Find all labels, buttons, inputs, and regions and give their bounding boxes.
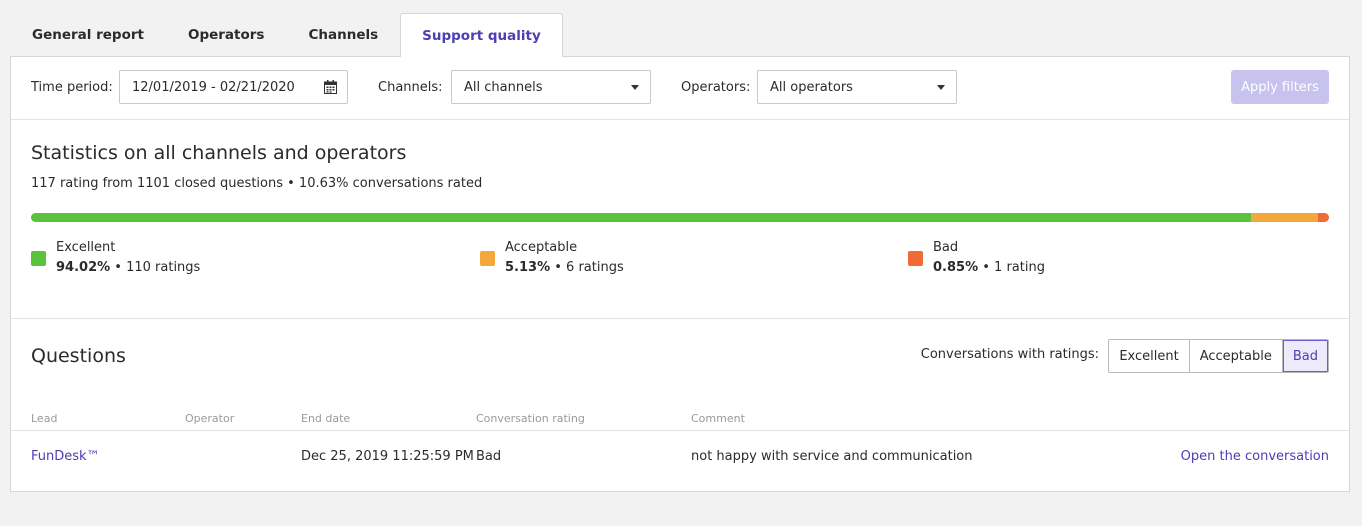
column-header-comment[interactable]: Comment bbox=[691, 412, 745, 425]
legend-value: 0.85% • 1 rating bbox=[933, 260, 1045, 275]
tab-operators[interactable]: Operators bbox=[166, 13, 287, 56]
column-header-end-date[interactable]: End date bbox=[301, 412, 350, 425]
ratings-filter-label: Conversations with ratings: bbox=[920, 347, 1099, 362]
filter-acceptable-button[interactable]: Acceptable bbox=[1189, 340, 1283, 372]
filter-bad-button[interactable]: Bad bbox=[1282, 340, 1328, 372]
filter-excellent-button[interactable]: Excellent bbox=[1109, 340, 1190, 372]
rating-cell: Bad bbox=[476, 449, 502, 464]
time-period-label: Time period: bbox=[31, 80, 113, 95]
legend-value: 94.02% • 110 ratings bbox=[56, 260, 201, 275]
bar-segment-acceptable bbox=[1251, 213, 1318, 222]
operators-select[interactable]: All operators bbox=[757, 70, 957, 104]
tab-channels[interactable]: Channels bbox=[286, 13, 400, 56]
legend-swatch-excellent bbox=[31, 251, 46, 266]
operators-label: Operators: bbox=[681, 80, 751, 95]
legend-label: Excellent bbox=[56, 240, 116, 255]
end-date-cell: Dec 25, 2019 11:25:59 PM bbox=[301, 449, 474, 464]
questions-title: Questions bbox=[31, 345, 126, 367]
questions-section: Questions Conversations with ratings: Ex… bbox=[11, 319, 1349, 491]
statistics-summary: 117 rating from 1101 closed questions • … bbox=[31, 176, 483, 191]
rating-distribution-bar bbox=[31, 213, 1329, 222]
time-period-value: 12/01/2019 - 02/21/2020 bbox=[132, 79, 295, 95]
open-conversation-link[interactable]: Open the conversation bbox=[1181, 449, 1329, 464]
rating-filter-group: Excellent Acceptable Bad bbox=[1108, 339, 1329, 373]
calendar-icon bbox=[324, 80, 337, 94]
table-divider bbox=[11, 430, 1349, 431]
chevron-down-icon bbox=[631, 85, 639, 90]
legend-value: 5.13% • 6 ratings bbox=[505, 260, 624, 275]
filters-bar: Time period: 12/01/2019 - 02/21/2020 Cha… bbox=[11, 57, 1349, 120]
apply-filters-button[interactable]: Apply filters bbox=[1231, 70, 1329, 104]
time-period-picker[interactable]: 12/01/2019 - 02/21/2020 bbox=[119, 70, 348, 104]
legend-label: Acceptable bbox=[505, 240, 578, 255]
lead-link[interactable]: FunDesk™ bbox=[31, 449, 100, 464]
report-tabs: General report Operators Channels Suppor… bbox=[10, 13, 563, 57]
statistics-section: Statistics on all channels and operators… bbox=[11, 120, 1349, 319]
bar-segment-excellent bbox=[31, 213, 1252, 222]
channels-label: Channels: bbox=[378, 80, 443, 95]
legend-label: Bad bbox=[933, 240, 959, 255]
statistics-title: Statistics on all channels and operators bbox=[31, 142, 407, 164]
legend-swatch-acceptable bbox=[480, 251, 495, 266]
chevron-down-icon bbox=[937, 85, 945, 90]
bar-segment-bad bbox=[1317, 213, 1329, 222]
report-panel: Time period: 12/01/2019 - 02/21/2020 Cha… bbox=[10, 56, 1350, 492]
channels-select[interactable]: All channels bbox=[451, 70, 651, 104]
tab-support-quality[interactable]: Support quality bbox=[400, 13, 563, 57]
operators-value: All operators bbox=[770, 79, 853, 95]
column-header-rating[interactable]: Conversation rating bbox=[476, 412, 585, 425]
column-header-lead[interactable]: Lead bbox=[31, 412, 57, 425]
column-header-operator[interactable]: Operator bbox=[185, 412, 234, 425]
channels-value: All channels bbox=[464, 79, 543, 95]
comment-cell: not happy with service and communication bbox=[691, 449, 973, 464]
tab-general-report[interactable]: General report bbox=[10, 13, 166, 56]
legend-swatch-bad bbox=[908, 251, 923, 266]
